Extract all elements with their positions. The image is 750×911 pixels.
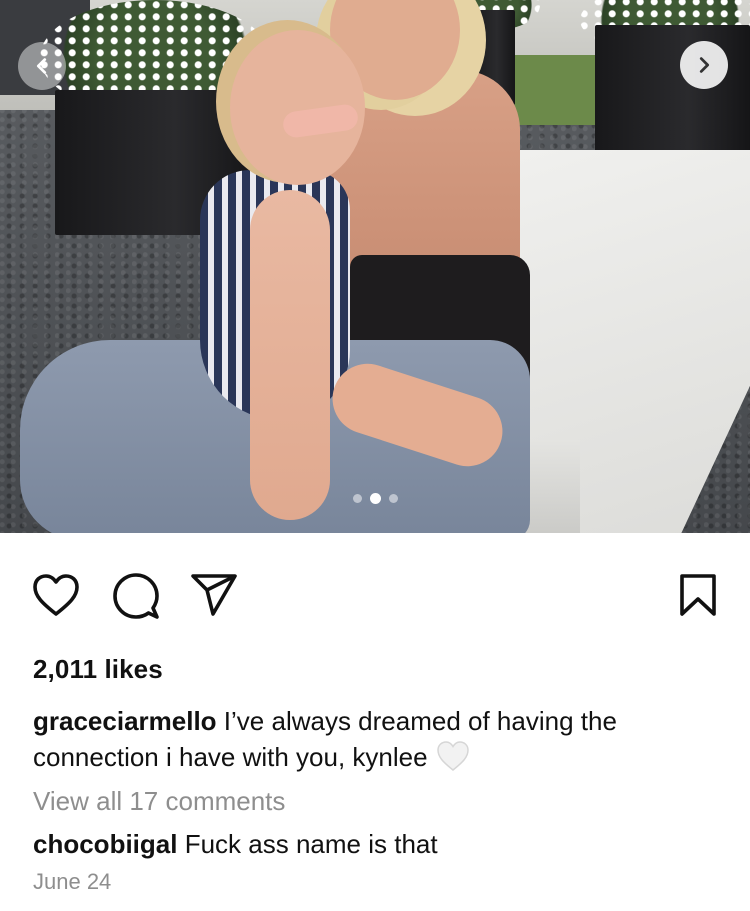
carousel-dot-active [369, 492, 381, 504]
share-button[interactable] [188, 571, 240, 619]
carousel-next-button[interactable] [680, 41, 728, 89]
comment-bubble-icon [113, 573, 159, 619]
paper-plane-icon [191, 574, 237, 616]
carousel-dot [388, 493, 398, 503]
carousel-dot [352, 493, 362, 503]
save-button[interactable] [674, 571, 722, 619]
chevron-right-icon [699, 57, 710, 73]
caption-username[interactable]: graceciarmello [33, 706, 217, 736]
like-button[interactable] [30, 571, 82, 619]
post-action-bar [0, 533, 750, 653]
bookmark-icon [680, 574, 716, 616]
white-heart-icon [436, 740, 470, 772]
comment-button[interactable] [110, 571, 162, 621]
post-caption: graceciarmello I’ve always dreamed of ha… [33, 703, 723, 775]
child-arm [250, 190, 330, 520]
post-date: June 24 [33, 869, 112, 894]
comment-username[interactable]: chocobiigal [33, 829, 177, 859]
view-all-comments-link[interactable]: View all 17 comments [33, 786, 285, 817]
carousel-prev-button[interactable] [18, 42, 66, 90]
chevron-left-icon [36, 58, 47, 74]
comment-text: Fuck ass name is that [184, 829, 438, 859]
comment-item: chocobiigal Fuck ass name is that [33, 829, 438, 860]
likes-count[interactable]: 2,011 likes [33, 654, 163, 685]
heart-outline-icon [33, 574, 79, 616]
post-photo[interactable] [0, 0, 750, 533]
planter-box [595, 25, 750, 160]
carousel-dots [0, 491, 750, 505]
